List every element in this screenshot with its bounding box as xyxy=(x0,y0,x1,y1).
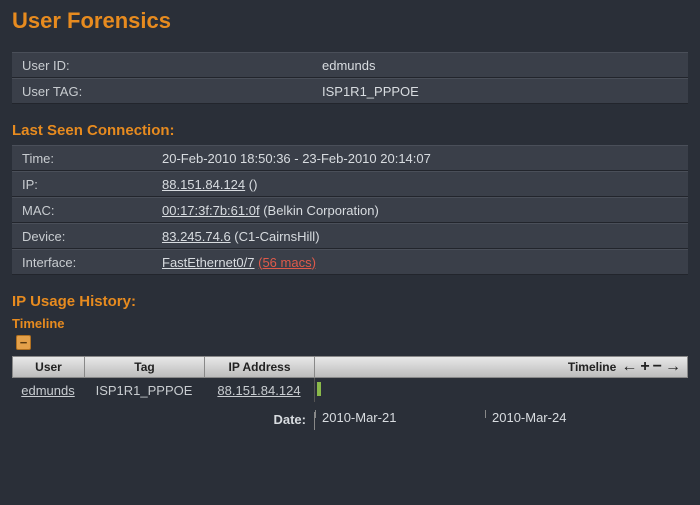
interface-value: FastEthernet0/7 (56 macs) xyxy=(162,255,316,270)
user-tag-row: User TAG: ISP1R1_PPPOE xyxy=(12,78,688,104)
row-tag: ISP1R1_PPPOE xyxy=(84,383,204,398)
date-tick-2: 2010-Mar-24 xyxy=(485,410,486,418)
user-id-row: User ID: edmunds xyxy=(12,52,688,78)
device-label: Device: xyxy=(22,229,162,244)
mac-value: 00:17:3f:7b:61:0f (Belkin Corporation) xyxy=(162,203,379,218)
device-value: 83.245.74.6 (C1-CairnsHill) xyxy=(162,229,320,244)
mac-row: MAC: 00:17:3f:7b:61:0f (Belkin Corporati… xyxy=(12,197,688,223)
collapse-button[interactable]: − xyxy=(16,335,31,350)
timeline-right-icon[interactable]: → xyxy=(665,358,681,376)
device-row: Device: 83.245.74.6 (C1-CairnsHill) xyxy=(12,223,688,249)
row-user-link[interactable]: edmunds xyxy=(21,383,74,398)
user-tag-value: ISP1R1_PPPOE xyxy=(322,84,419,99)
ip-suffix: () xyxy=(245,177,257,192)
device-link[interactable]: 83.245.74.6 xyxy=(162,229,231,244)
date-axis: Date: 2010-Mar-21 2010-Mar-24 xyxy=(12,412,688,430)
last-seen-block: Last Seen Connection: Time: 20-Feb-2010 … xyxy=(12,122,688,275)
ip-link[interactable]: 88.151.84.124 xyxy=(162,177,245,192)
mac-label: MAC: xyxy=(22,203,162,218)
time-row: Time: 20-Feb-2010 18:50:36 - 23-Feb-2010… xyxy=(12,145,688,171)
interface-link[interactable]: FastEthernet0/7 xyxy=(162,255,255,270)
user-info-block: User ID: edmunds User TAG: ISP1R1_PPPOE xyxy=(12,52,688,104)
ip-row: IP: 88.151.84.124 () xyxy=(12,171,688,197)
row-user: edmunds xyxy=(12,383,84,398)
col-timeline-label: Timeline xyxy=(568,360,616,374)
row-ip: 88.151.84.124 xyxy=(204,383,314,398)
date-tick-1: 2010-Mar-21 xyxy=(315,410,316,418)
user-id-value: edmunds xyxy=(322,58,375,73)
ip-history-heading: IP Usage History: xyxy=(12,293,688,310)
time-value: 20-Feb-2010 18:50:36 - 23-Feb-2010 20:14… xyxy=(162,151,431,166)
user-id-label: User ID: xyxy=(22,58,322,73)
timeline-label: Timeline xyxy=(12,316,688,331)
ip-value: 88.151.84.124 () xyxy=(162,177,257,192)
col-user[interactable]: User xyxy=(13,357,85,377)
row-timeline[interactable] xyxy=(314,378,688,402)
row-ip-link[interactable]: 88.151.84.124 xyxy=(217,383,300,398)
mac-suffix: (Belkin Corporation) xyxy=(260,203,379,218)
ip-history-block: IP Usage History: Timeline − User Tag IP… xyxy=(12,293,688,430)
grid-header: User Tag IP Address Timeline ← + − → xyxy=(12,356,688,378)
date-tick-2-label: 2010-Mar-24 xyxy=(492,410,566,425)
ip-label: IP: xyxy=(22,177,162,192)
timeline-zoom-out-icon[interactable]: − xyxy=(653,358,662,376)
interface-row: Interface: FastEthernet0/7 (56 macs) xyxy=(12,249,688,275)
col-ip[interactable]: IP Address xyxy=(205,357,315,377)
user-tag-label: User TAG: xyxy=(22,84,322,99)
col-timeline: Timeline ← + − → xyxy=(315,357,687,377)
date-tick-1-label: 2010-Mar-21 xyxy=(322,410,396,425)
mac-link[interactable]: 00:17:3f:7b:61:0f xyxy=(162,203,260,218)
col-tag[interactable]: Tag xyxy=(85,357,205,377)
timeline-zoom-in-icon[interactable]: + xyxy=(640,358,649,376)
date-axis-label: Date: xyxy=(12,412,314,430)
timeline-marker xyxy=(317,382,321,396)
device-suffix: (C1-CairnsHill) xyxy=(231,229,320,244)
time-label: Time: xyxy=(22,151,162,166)
timeline-left-icon[interactable]: ← xyxy=(621,358,637,376)
minus-icon: − xyxy=(20,336,28,349)
last-seen-heading: Last Seen Connection: xyxy=(12,122,688,139)
date-axis-ticks: 2010-Mar-21 2010-Mar-24 xyxy=(314,412,688,430)
interface-label: Interface: xyxy=(22,255,162,270)
page-title: User Forensics xyxy=(12,8,688,34)
timeline-tools: ← + − → xyxy=(621,358,681,376)
interface-macs-link[interactable]: (56 macs) xyxy=(258,255,316,270)
table-row: edmunds ISP1R1_PPPOE 88.151.84.124 xyxy=(12,378,688,402)
